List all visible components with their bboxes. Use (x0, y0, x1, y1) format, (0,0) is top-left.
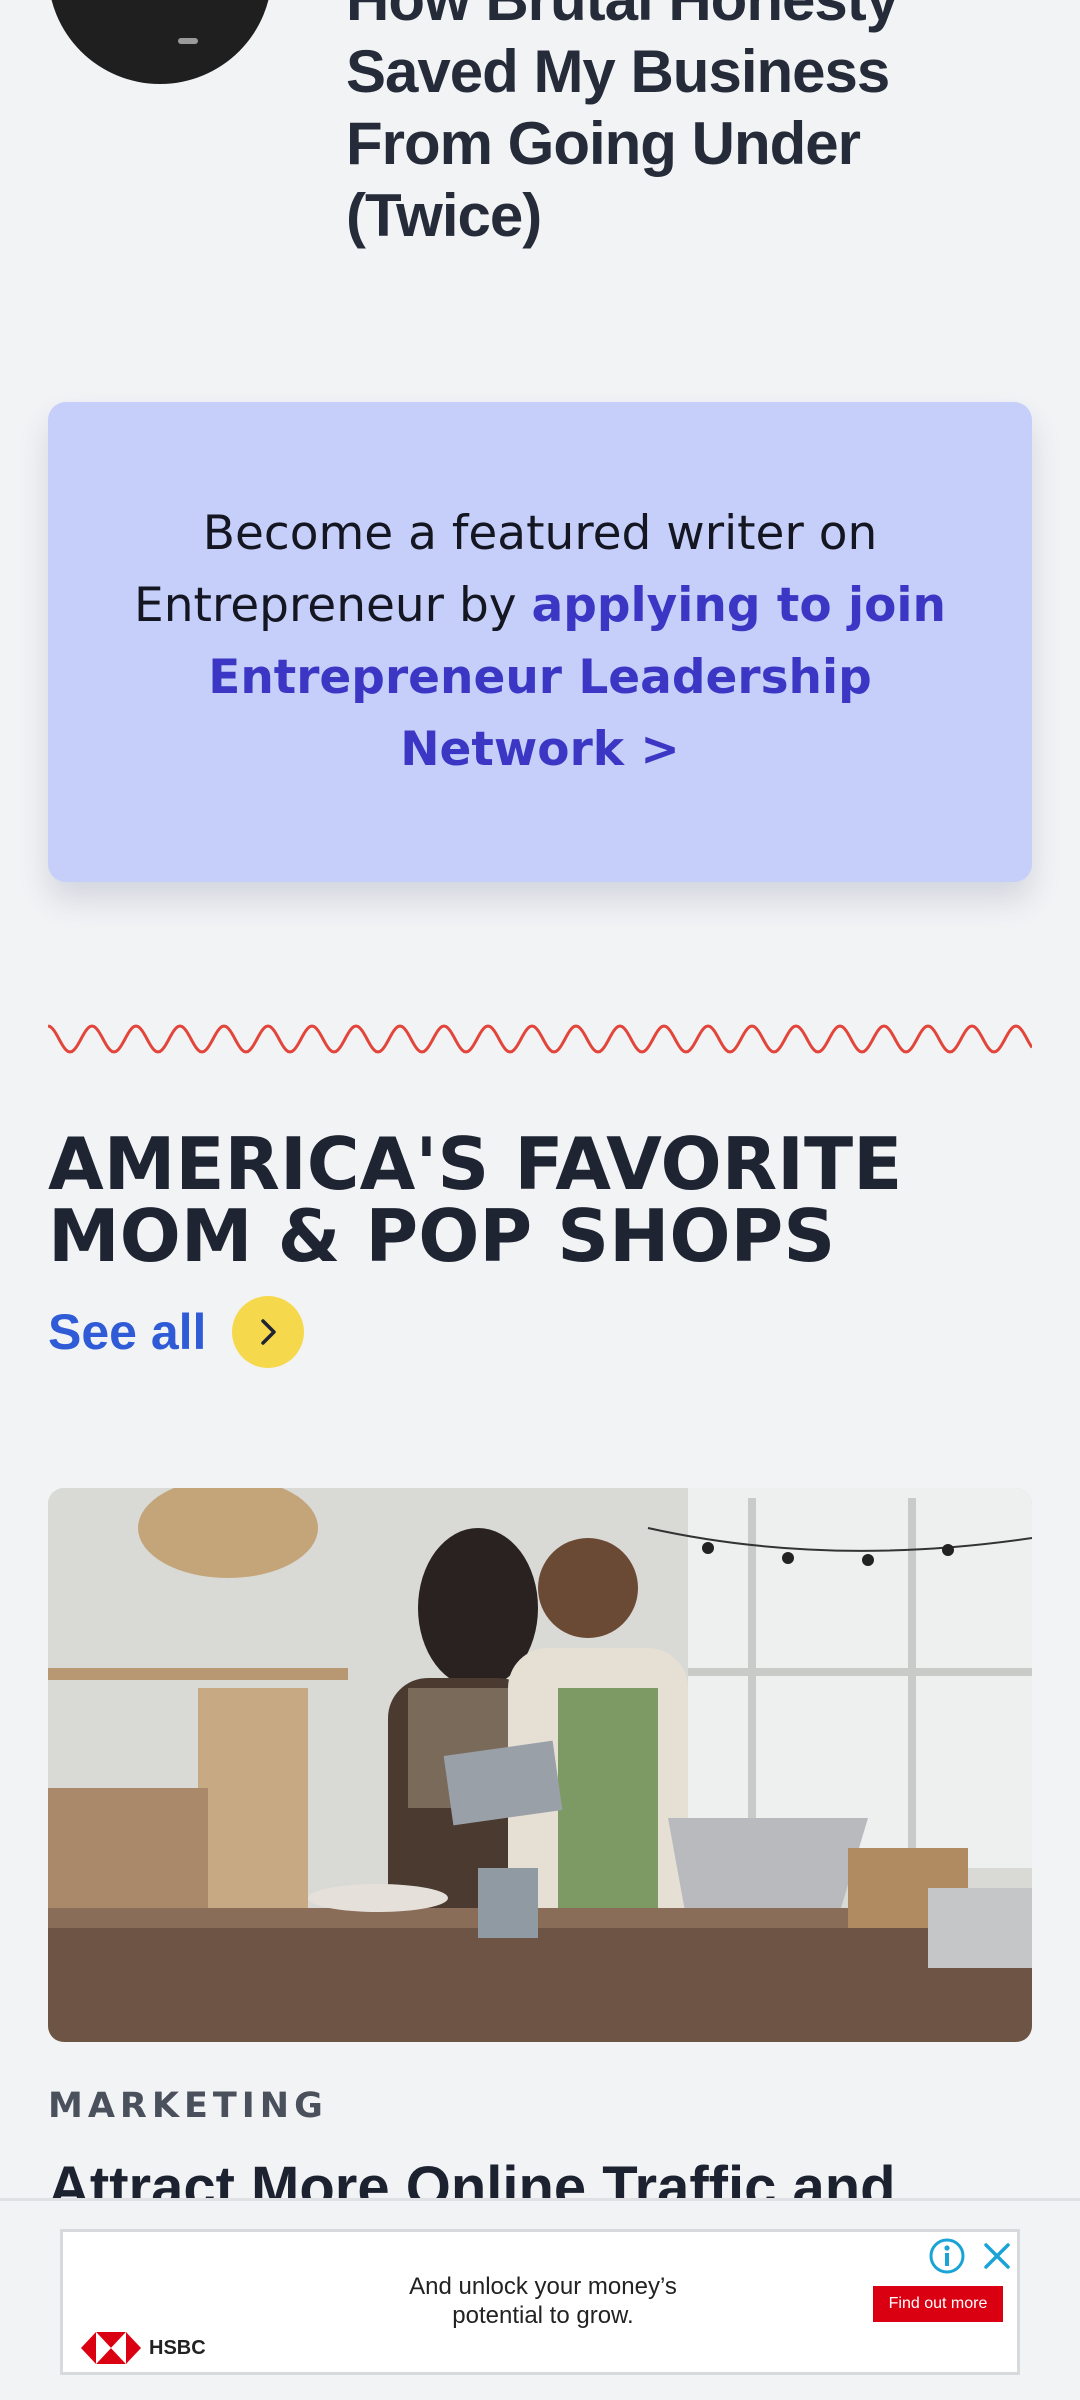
shop-owners-photo (48, 1488, 1032, 2042)
feature-headline[interactable]: Attract More Online Traffic and (48, 2148, 1032, 2200)
bottom-ad-bar: And unlock your money’s potential to gro… (0, 2198, 1080, 2400)
top-article-title[interactable]: How Brutal Honesty Saved My Business Fro… (346, 0, 1026, 252)
close-icon[interactable] (977, 2236, 1017, 2276)
avatar-shirt (48, 0, 272, 84)
section-title: AMERICA'S FAVORITE MOM & POP SHOPS (48, 1122, 903, 1278)
chevron-right-icon (261, 1319, 277, 1345)
promo-text: Become a featured writer on Entrepreneur… (128, 498, 952, 786)
info-icon[interactable] (927, 2236, 967, 2276)
ad-brand: HSBC (81, 2330, 206, 2366)
see-all-label: See all (48, 1304, 207, 1360)
ad-text: And unlock your money’s potential to gro… (409, 2273, 677, 2329)
ad-banner[interactable]: And unlock your money’s potential to gro… (60, 2229, 1020, 2375)
top-article-card[interactable]: How Brutal Honesty Saved My Business Fro… (0, 0, 1080, 260)
featured-writer-promo: Become a featured writer on Entrepreneur… (48, 402, 1032, 882)
ad-brand-label: HSBC (149, 2336, 206, 2359)
wavy-divider (48, 1024, 1032, 1054)
hsbc-logo-icon (81, 2332, 141, 2364)
feature-category[interactable]: MARKETING (48, 2086, 328, 2126)
ad-cta-button[interactable]: Find out more (873, 2286, 1003, 2322)
author-avatar (48, 0, 272, 84)
see-all-link[interactable]: See all (48, 1296, 305, 1368)
feature-image[interactable] (48, 1488, 1032, 2042)
avatar-shirt-logo (178, 38, 198, 44)
see-all-button[interactable] (232, 1296, 305, 1368)
